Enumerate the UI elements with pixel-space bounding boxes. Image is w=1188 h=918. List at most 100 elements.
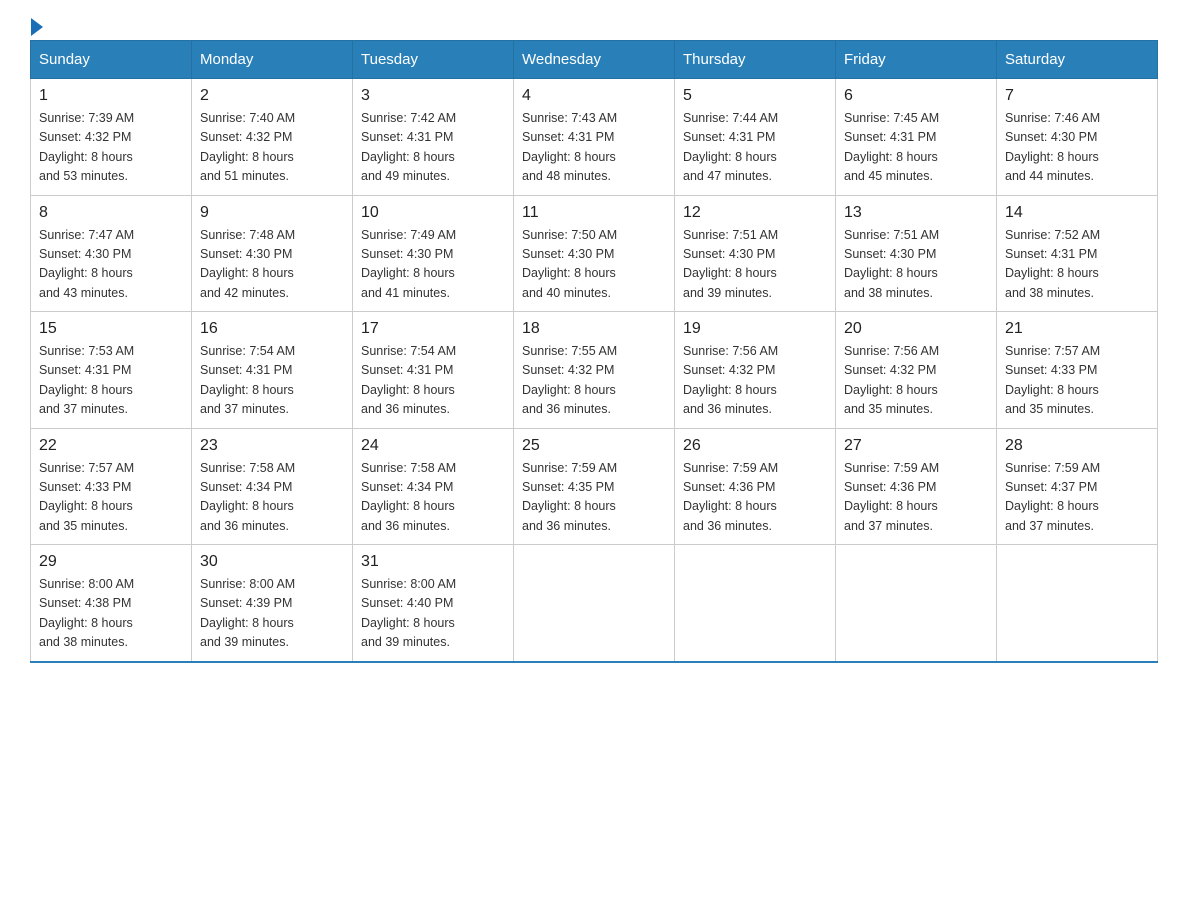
day-number: 9 <box>200 204 344 222</box>
day-info: Sunrise: 7:57 AMSunset: 4:33 PMDaylight:… <box>1005 344 1100 416</box>
calendar-day-cell: 31 Sunrise: 8:00 AMSunset: 4:40 PMDaylig… <box>353 545 514 662</box>
calendar-day-cell: 23 Sunrise: 7:58 AMSunset: 4:34 PMDaylig… <box>192 428 353 545</box>
day-number: 13 <box>844 204 988 222</box>
day-number: 8 <box>39 204 183 222</box>
calendar-day-cell: 20 Sunrise: 7:56 AMSunset: 4:32 PMDaylig… <box>836 312 997 429</box>
calendar-day-cell <box>997 545 1158 662</box>
day-info: Sunrise: 7:43 AMSunset: 4:31 PMDaylight:… <box>522 111 617 183</box>
day-of-week-header: Sunday <box>31 41 192 79</box>
day-of-week-header: Wednesday <box>514 41 675 79</box>
calendar-day-cell: 28 Sunrise: 7:59 AMSunset: 4:37 PMDaylig… <box>997 428 1158 545</box>
day-info: Sunrise: 7:59 AMSunset: 4:35 PMDaylight:… <box>522 461 617 533</box>
day-info: Sunrise: 7:52 AMSunset: 4:31 PMDaylight:… <box>1005 228 1100 300</box>
day-info: Sunrise: 7:59 AMSunset: 4:36 PMDaylight:… <box>844 461 939 533</box>
day-number: 7 <box>1005 87 1149 105</box>
day-number: 5 <box>683 87 827 105</box>
day-info: Sunrise: 7:56 AMSunset: 4:32 PMDaylight:… <box>844 344 939 416</box>
calendar-day-cell: 27 Sunrise: 7:59 AMSunset: 4:36 PMDaylig… <box>836 428 997 545</box>
calendar-week-row: 1 Sunrise: 7:39 AMSunset: 4:32 PMDayligh… <box>31 79 1158 196</box>
day-number: 6 <box>844 87 988 105</box>
calendar-day-cell: 26 Sunrise: 7:59 AMSunset: 4:36 PMDaylig… <box>675 428 836 545</box>
day-number: 22 <box>39 437 183 455</box>
calendar-day-cell: 7 Sunrise: 7:46 AMSunset: 4:30 PMDayligh… <box>997 79 1158 196</box>
day-number: 14 <box>1005 204 1149 222</box>
day-number: 31 <box>361 553 505 571</box>
calendar-day-cell: 29 Sunrise: 8:00 AMSunset: 4:38 PMDaylig… <box>31 545 192 662</box>
day-number: 30 <box>200 553 344 571</box>
day-number: 27 <box>844 437 988 455</box>
day-info: Sunrise: 7:58 AMSunset: 4:34 PMDaylight:… <box>200 461 295 533</box>
day-info: Sunrise: 7:46 AMSunset: 4:30 PMDaylight:… <box>1005 111 1100 183</box>
day-number: 29 <box>39 553 183 571</box>
day-number: 3 <box>361 87 505 105</box>
day-info: Sunrise: 7:50 AMSunset: 4:30 PMDaylight:… <box>522 228 617 300</box>
calendar-week-row: 8 Sunrise: 7:47 AMSunset: 4:30 PMDayligh… <box>31 195 1158 312</box>
day-number: 18 <box>522 320 666 338</box>
day-number: 28 <box>1005 437 1149 455</box>
calendar-day-cell: 21 Sunrise: 7:57 AMSunset: 4:33 PMDaylig… <box>997 312 1158 429</box>
day-info: Sunrise: 8:00 AMSunset: 4:39 PMDaylight:… <box>200 577 295 649</box>
calendar-day-cell: 19 Sunrise: 7:56 AMSunset: 4:32 PMDaylig… <box>675 312 836 429</box>
day-info: Sunrise: 7:49 AMSunset: 4:30 PMDaylight:… <box>361 228 456 300</box>
day-number: 17 <box>361 320 505 338</box>
day-info: Sunrise: 7:40 AMSunset: 4:32 PMDaylight:… <box>200 111 295 183</box>
day-info: Sunrise: 7:58 AMSunset: 4:34 PMDaylight:… <box>361 461 456 533</box>
page-header <box>30 20 1158 30</box>
calendar-day-cell: 9 Sunrise: 7:48 AMSunset: 4:30 PMDayligh… <box>192 195 353 312</box>
day-info: Sunrise: 7:47 AMSunset: 4:30 PMDaylight:… <box>39 228 134 300</box>
day-info: Sunrise: 7:42 AMSunset: 4:31 PMDaylight:… <box>361 111 456 183</box>
day-number: 16 <box>200 320 344 338</box>
calendar-day-cell <box>675 545 836 662</box>
day-of-week-header: Tuesday <box>353 41 514 79</box>
day-number: 19 <box>683 320 827 338</box>
calendar-day-cell: 30 Sunrise: 8:00 AMSunset: 4:39 PMDaylig… <box>192 545 353 662</box>
day-of-week-header: Saturday <box>997 41 1158 79</box>
day-number: 1 <box>39 87 183 105</box>
calendar-day-cell: 15 Sunrise: 7:53 AMSunset: 4:31 PMDaylig… <box>31 312 192 429</box>
day-number: 20 <box>844 320 988 338</box>
calendar-day-cell: 17 Sunrise: 7:54 AMSunset: 4:31 PMDaylig… <box>353 312 514 429</box>
calendar-day-cell: 1 Sunrise: 7:39 AMSunset: 4:32 PMDayligh… <box>31 79 192 196</box>
calendar-day-cell: 2 Sunrise: 7:40 AMSunset: 4:32 PMDayligh… <box>192 79 353 196</box>
day-info: Sunrise: 7:45 AMSunset: 4:31 PMDaylight:… <box>844 111 939 183</box>
calendar-day-cell: 25 Sunrise: 7:59 AMSunset: 4:35 PMDaylig… <box>514 428 675 545</box>
calendar-day-cell: 5 Sunrise: 7:44 AMSunset: 4:31 PMDayligh… <box>675 79 836 196</box>
day-number: 15 <box>39 320 183 338</box>
calendar-day-cell: 18 Sunrise: 7:55 AMSunset: 4:32 PMDaylig… <box>514 312 675 429</box>
calendar-table: SundayMondayTuesdayWednesdayThursdayFrid… <box>30 40 1158 663</box>
day-info: Sunrise: 8:00 AMSunset: 4:40 PMDaylight:… <box>361 577 456 649</box>
calendar-day-cell: 24 Sunrise: 7:58 AMSunset: 4:34 PMDaylig… <box>353 428 514 545</box>
day-of-week-header: Thursday <box>675 41 836 79</box>
day-info: Sunrise: 7:51 AMSunset: 4:30 PMDaylight:… <box>844 228 939 300</box>
logo-triangle-icon <box>31 18 43 36</box>
calendar-day-cell: 16 Sunrise: 7:54 AMSunset: 4:31 PMDaylig… <box>192 312 353 429</box>
day-info: Sunrise: 7:53 AMSunset: 4:31 PMDaylight:… <box>39 344 134 416</box>
day-number: 26 <box>683 437 827 455</box>
day-info: Sunrise: 7:59 AMSunset: 4:36 PMDaylight:… <box>683 461 778 533</box>
day-info: Sunrise: 7:54 AMSunset: 4:31 PMDaylight:… <box>200 344 295 416</box>
calendar-header-row: SundayMondayTuesdayWednesdayThursdayFrid… <box>31 41 1158 79</box>
calendar-day-cell: 11 Sunrise: 7:50 AMSunset: 4:30 PMDaylig… <box>514 195 675 312</box>
calendar-week-row: 22 Sunrise: 7:57 AMSunset: 4:33 PMDaylig… <box>31 428 1158 545</box>
day-info: Sunrise: 7:48 AMSunset: 4:30 PMDaylight:… <box>200 228 295 300</box>
day-info: Sunrise: 7:55 AMSunset: 4:32 PMDaylight:… <box>522 344 617 416</box>
day-info: Sunrise: 7:54 AMSunset: 4:31 PMDaylight:… <box>361 344 456 416</box>
calendar-day-cell: 13 Sunrise: 7:51 AMSunset: 4:30 PMDaylig… <box>836 195 997 312</box>
day-number: 23 <box>200 437 344 455</box>
calendar-day-cell <box>836 545 997 662</box>
day-info: Sunrise: 8:00 AMSunset: 4:38 PMDaylight:… <box>39 577 134 649</box>
day-number: 11 <box>522 204 666 222</box>
day-number: 24 <box>361 437 505 455</box>
day-info: Sunrise: 7:57 AMSunset: 4:33 PMDaylight:… <box>39 461 134 533</box>
calendar-day-cell: 22 Sunrise: 7:57 AMSunset: 4:33 PMDaylig… <box>31 428 192 545</box>
calendar-week-row: 15 Sunrise: 7:53 AMSunset: 4:31 PMDaylig… <box>31 312 1158 429</box>
calendar-day-cell: 10 Sunrise: 7:49 AMSunset: 4:30 PMDaylig… <box>353 195 514 312</box>
calendar-day-cell: 12 Sunrise: 7:51 AMSunset: 4:30 PMDaylig… <box>675 195 836 312</box>
calendar-day-cell: 8 Sunrise: 7:47 AMSunset: 4:30 PMDayligh… <box>31 195 192 312</box>
day-of-week-header: Monday <box>192 41 353 79</box>
calendar-week-row: 29 Sunrise: 8:00 AMSunset: 4:38 PMDaylig… <box>31 545 1158 662</box>
day-number: 25 <box>522 437 666 455</box>
day-of-week-header: Friday <box>836 41 997 79</box>
day-number: 10 <box>361 204 505 222</box>
day-number: 2 <box>200 87 344 105</box>
